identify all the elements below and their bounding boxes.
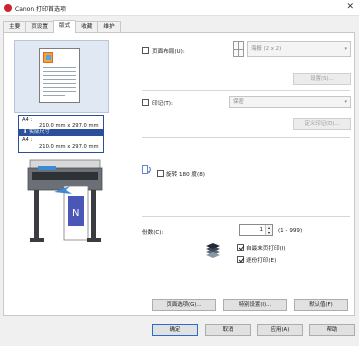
paper-size-label: A4 :	[22, 117, 33, 123]
stamp-select[interactable]: 保密 ▾	[229, 96, 351, 108]
image-thumbnail-icon	[43, 52, 53, 63]
stacked-pages-icon	[206, 243, 220, 258]
defaults-button[interactable]: 默认值(F)	[294, 299, 348, 311]
chevron-down-icon: ▾	[344, 99, 347, 105]
page-layout-label: 页面布局(U):	[152, 49, 185, 55]
scale-indicator: ⬇ 实际尺寸	[19, 129, 103, 136]
output-size-label: A4 :	[22, 137, 33, 143]
window-title: Canon 打印首选项	[15, 6, 67, 13]
paper-size-info: A4 : 210.0 mm x 297.0 mm ⬇ 实际尺寸 A4 : 210…	[18, 115, 104, 153]
page-layout-value: 海报 (2 x 2)	[251, 46, 282, 52]
tab-layout[interactable]: 版式	[53, 20, 77, 33]
copies-range: (1 - 999)	[278, 228, 303, 234]
define-stamp-button[interactable]: 定义印记(D)...	[293, 118, 351, 130]
stamp-checkbox[interactable]	[142, 99, 149, 106]
help-button[interactable]: 帮助	[309, 324, 355, 336]
settings-button[interactable]: 设置(S)...	[293, 73, 351, 85]
collate-checkbox[interactable]	[237, 256, 244, 263]
copies-label: 份数(C):	[142, 230, 164, 236]
scale-label: 实际尺寸	[29, 129, 50, 135]
stamp-value: 保密	[233, 99, 244, 105]
title-bar: Canon 打印首选项 ✕	[0, 0, 359, 16]
last-page-first-checkbox[interactable]	[237, 244, 244, 251]
poster-layout-icon	[233, 41, 244, 57]
svg-text:N: N	[72, 208, 79, 219]
paper-sheet	[39, 48, 80, 103]
output-dims: 210.0 mm x 297.0 mm	[39, 144, 99, 150]
ok-button[interactable]: 确定	[152, 324, 198, 336]
page-layout-checkbox[interactable]	[142, 47, 149, 54]
layout-panel: A4 : 210.0 mm x 297.0 mm ⬇ 实际尺寸 A4 : 210…	[3, 32, 355, 316]
collate-label: 逐份打印(E)	[246, 258, 277, 264]
rotate-180-checkbox[interactable]	[157, 170, 164, 177]
close-icon[interactable]: ✕	[346, 2, 354, 12]
preview-pane: A4 : 210.0 mm x 297.0 mm ⬇ 实际尺寸 A4 : 210…	[12, 40, 122, 249]
stamp-label: 印记(T):	[152, 101, 173, 107]
chevron-down-icon: ▾	[344, 46, 347, 52]
rotate-icon	[142, 165, 151, 174]
spin-arrows-icon[interactable]: ▴ ▾	[265, 225, 272, 235]
apply-button[interactable]: 应用(A)	[257, 324, 303, 336]
copies-stepper[interactable]: 1 ▴ ▾	[239, 224, 273, 236]
cancel-button[interactable]: 取消	[205, 324, 251, 336]
printer-illustration-icon: N	[27, 159, 103, 242]
arrow-down-icon: ⬇	[23, 129, 28, 135]
rotate-180-label: 旋转 180 度(8)	[166, 172, 205, 178]
page-preview	[14, 40, 109, 113]
page-options-button[interactable]: 页面选项(G)...	[152, 299, 216, 311]
page-layout-select[interactable]: 海报 (2 x 2) ▾	[247, 41, 351, 57]
copies-value: 1	[259, 227, 263, 233]
canon-logo-icon	[4, 4, 12, 12]
last-page-first-label: 自最末页打印(I)	[246, 246, 286, 252]
special-settings-button[interactable]: 特别设置(I)...	[223, 299, 287, 311]
